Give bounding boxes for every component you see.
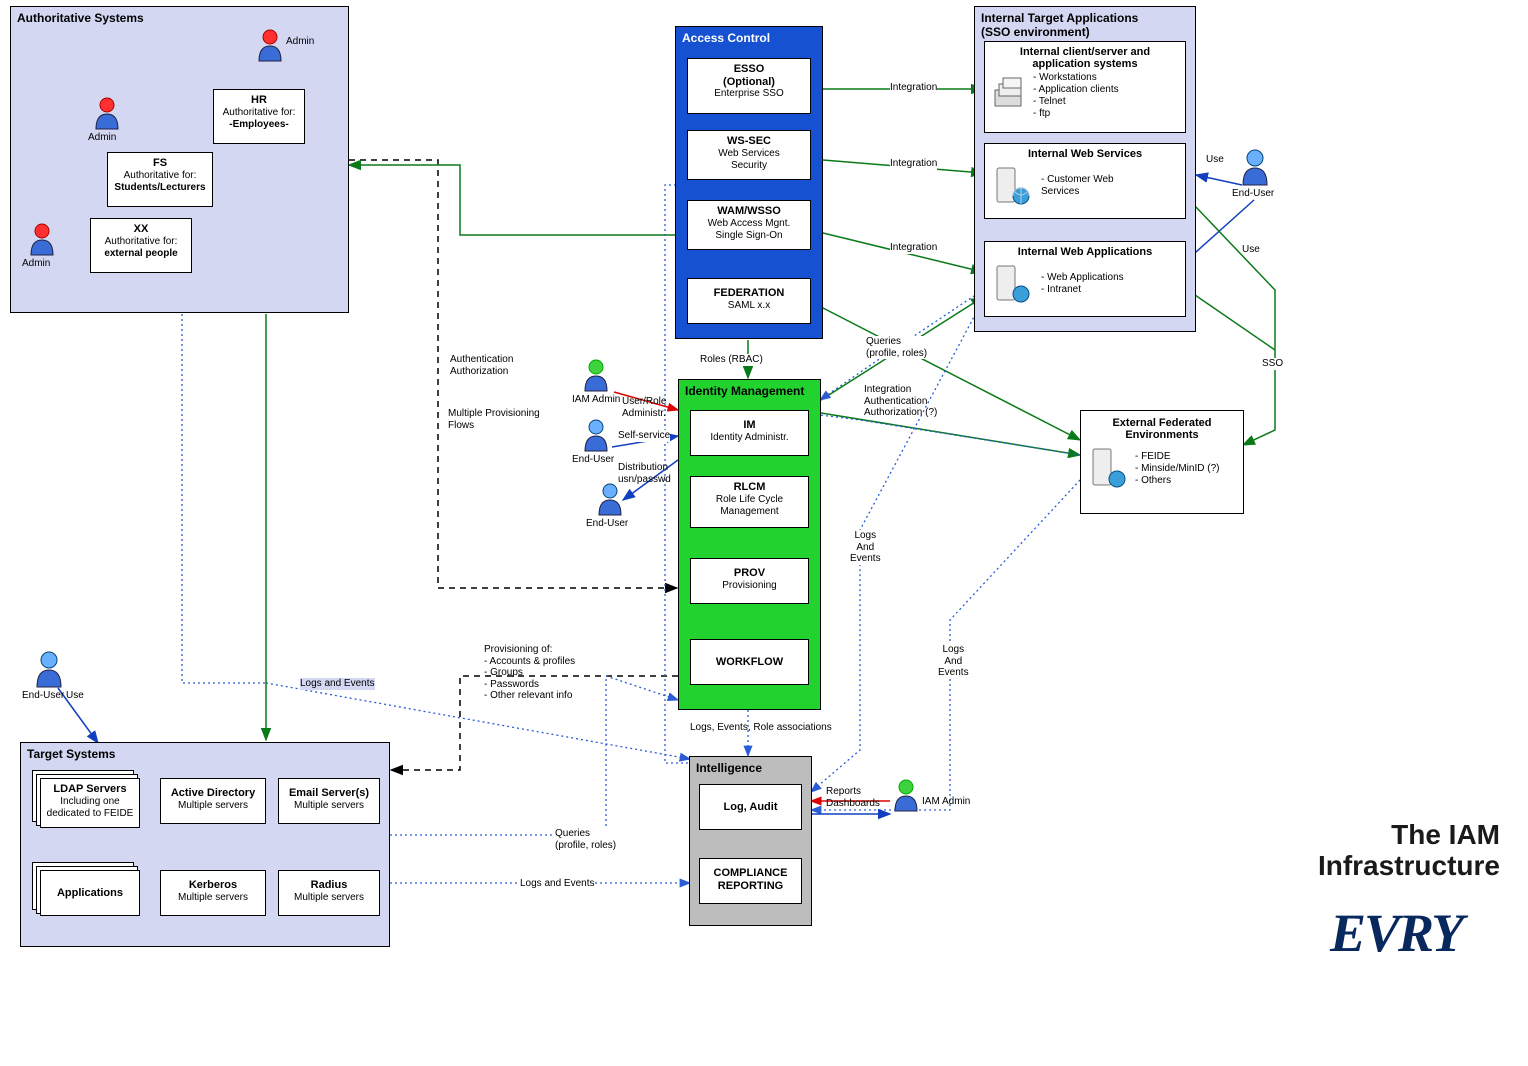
box-log-audit: Log, Audit bbox=[699, 784, 802, 830]
box-internal-wa: Internal Web Applications - Web Applicat… bbox=[984, 241, 1186, 317]
panel-title-idm: Identity Management bbox=[685, 384, 804, 398]
box-rlcm: RLCM Role Life Cycle Management bbox=[690, 476, 809, 528]
server-pile-icon bbox=[991, 72, 1027, 112]
box-xx: XX Authoritative for: external people bbox=[90, 218, 192, 273]
person-icon bbox=[596, 482, 624, 516]
box-radius: Radius Multiple servers bbox=[278, 870, 380, 916]
box-fs: FS Authoritative for: Students/Lecturers bbox=[107, 152, 213, 207]
list-ws: - Customer Web Services bbox=[1041, 174, 1114, 198]
person-icon bbox=[892, 778, 920, 812]
server-globe-icon bbox=[991, 262, 1031, 306]
list-ext: - FEIDE- Minside/MinID (?)- Others bbox=[1135, 451, 1219, 487]
person-icon bbox=[34, 650, 64, 688]
panel-title-access: Access Control bbox=[682, 31, 770, 45]
list-cs: - Workstations- Application clients- Tel… bbox=[1033, 72, 1119, 120]
server-globe-icon bbox=[991, 164, 1031, 208]
diagram-canvas: Authoritative Systems HR Authoritative f… bbox=[0, 0, 1528, 1066]
diagram-title: The IAM Infrastructure bbox=[1200, 820, 1500, 882]
person-icon bbox=[1240, 148, 1270, 186]
box-wssec: WS-SEC Web Services Security bbox=[687, 130, 811, 180]
box-internal-ws: Internal Web Services - Customer Web Ser… bbox=[984, 143, 1186, 219]
panel-title-itargets: Internal Target Applications (SSO enviro… bbox=[981, 11, 1138, 39]
stack-apps: Applications bbox=[32, 862, 142, 922]
person-icon bbox=[582, 358, 610, 392]
person-icon bbox=[582, 418, 610, 452]
box-esso: ESSO (Optional) Enterprise SSO bbox=[687, 58, 811, 114]
box-workflow: WORKFLOW bbox=[690, 639, 809, 685]
stack-ldap: LDAP Servers Including one dedicated to … bbox=[32, 770, 142, 830]
person-icon bbox=[93, 96, 121, 130]
box-kerberos: Kerberos Multiple servers bbox=[160, 870, 266, 916]
box-im: IM Identity Administr. bbox=[690, 410, 809, 456]
box-ad: Active Directory Multiple servers bbox=[160, 778, 266, 824]
box-internal-cs: Internal client/server and application s… bbox=[984, 41, 1186, 133]
panel-title-intel: Intelligence bbox=[696, 761, 762, 775]
panel-title-targets: Target Systems bbox=[27, 747, 115, 761]
panel-title-auth: Authoritative Systems bbox=[17, 11, 144, 25]
brand-logo: EVRY bbox=[1330, 902, 1462, 964]
person-icon bbox=[28, 222, 56, 256]
box-email: Email Server(s) Multiple servers bbox=[278, 778, 380, 824]
box-federation: FEDERATION SAML x.x bbox=[687, 278, 811, 324]
person-icon bbox=[256, 28, 284, 62]
box-compliance: COMPLIANCE REPORTING bbox=[699, 858, 802, 904]
box-wam: WAM/WSSO Web Access Mgnt. Single Sign-On bbox=[687, 200, 811, 250]
server-globe-icon bbox=[1087, 445, 1127, 493]
box-prov: PROV Provisioning bbox=[690, 558, 809, 604]
box-external-federated: External Federated Environments - FEIDE-… bbox=[1080, 410, 1244, 514]
list-wa: - Web Applications- Intranet bbox=[1041, 272, 1124, 296]
box-hr: HR Authoritative for: -Employees- bbox=[213, 89, 305, 144]
